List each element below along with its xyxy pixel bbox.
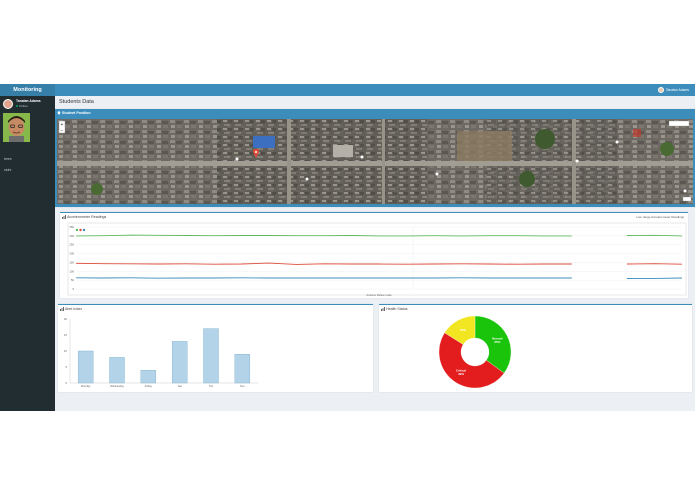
y-tick-label: 100 — [69, 269, 74, 273]
student-face-icon — [3, 113, 30, 142]
avatar — [3, 99, 13, 109]
map-panel-title: Student Position — [62, 111, 91, 115]
top-navbar: Monitoring Tanalan Adams — [0, 84, 695, 96]
x-tick-label: Wednesday — [110, 384, 124, 388]
chart-frame — [67, 222, 687, 296]
bar — [77, 350, 94, 384]
bar — [203, 328, 219, 384]
bar — [109, 357, 125, 384]
sidebar-user-status: Online — [16, 104, 28, 108]
series-line — [75, 277, 683, 279]
series-line — [75, 262, 683, 265]
bar — [234, 354, 251, 384]
sidebar-user-name: Tanalan Adams — [16, 99, 41, 103]
health-status-panel: Health Status Normal 35% Critical 49% 16% — [379, 304, 692, 392]
x-tick-label: Friday — [145, 384, 153, 388]
top-user-name: Tanalan Adams — [665, 88, 689, 92]
top-user-menu[interactable]: Tanalan Adams — [657, 86, 689, 94]
y-tick-label: 5 — [65, 365, 67, 369]
x-tick-label: Monday — [81, 384, 91, 388]
page-title: Students Data — [59, 99, 94, 105]
sidebar-item-stuhr[interactable]: stuhr — [0, 165, 55, 176]
sidebar-item-trees[interactable]: trees — [0, 154, 55, 165]
y-tick-label: 150 — [69, 260, 74, 264]
alert-index-chart: 20 15 10 5 0 Monday Wednesday Friday Sat Thu Sun — [64, 317, 258, 388]
app-window: Monitoring Tanalan Adams Tanalan Adams O… — [0, 84, 695, 411]
x-axis-label: Arduino tilt/acc code — [366, 293, 392, 297]
y-tick-label: 350 — [69, 225, 74, 229]
health-status-chart: Normal 35%Critical 49%16% — [438, 315, 512, 389]
accelerometer-panel: Accelerometer Readings Live range Accele… — [60, 212, 688, 298]
online-dot-icon — [16, 105, 18, 108]
pie-slice — [474, 315, 512, 374]
main-content: Students Data Student Position + − Accel… — [55, 96, 695, 411]
y-tick-label: 200 — [69, 252, 74, 256]
y-tick-label: 10 — [64, 349, 68, 353]
legend-marker — [75, 228, 79, 232]
pie-label: 16% — [460, 328, 466, 332]
y-tick-label: 50 — [71, 278, 75, 282]
y-tick-label: 20 — [64, 317, 68, 321]
map-panel-header: Student Position — [55, 109, 695, 117]
satellite-map[interactable]: + − — [57, 119, 693, 204]
y-tick-label: 15 — [64, 333, 68, 337]
satellite-map-image: + − — [57, 119, 693, 204]
sidebar: Tanalan Adams Online trees stuhr — [0, 96, 55, 411]
sidebar-menu: trees stuhr — [0, 154, 55, 176]
y-tick-label: 0 — [65, 381, 67, 385]
y-tick-label: 300 — [69, 234, 74, 238]
student-photo — [3, 113, 30, 142]
y-tick-label: 250 — [69, 243, 74, 247]
y-tick-label: 0 — [72, 287, 74, 291]
location-icon — [57, 111, 61, 115]
x-tick-label: Thu — [209, 384, 214, 388]
svg-text:−: − — [61, 128, 64, 134]
accelerometer-chart: 350 300 250 200 150 100 50 0 Arduino tilt/acc co… — [67, 222, 687, 297]
map-pin-icon[interactable] — [253, 149, 259, 158]
x-tick-label: Sat — [178, 384, 182, 388]
legend-marker — [82, 228, 86, 232]
bar — [171, 341, 188, 384]
bar — [140, 369, 157, 384]
avatar — [657, 87, 664, 93]
legend-marker — [79, 228, 82, 232]
x-tick-label: Sun — [240, 384, 245, 388]
sidebar-user-panel: Tanalan Adams Online — [2, 98, 53, 110]
app-logo[interactable]: Monitoring — [0, 84, 55, 96]
map-panel: Student Position + − — [55, 109, 695, 207]
alert-index-panel: Alert Index 20 15 10 5 0 Monday Wednesday Frida… — [58, 304, 373, 392]
